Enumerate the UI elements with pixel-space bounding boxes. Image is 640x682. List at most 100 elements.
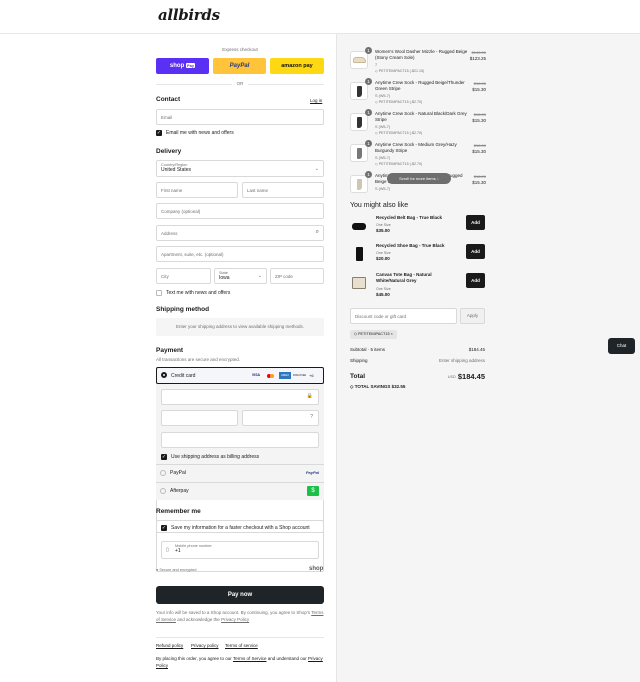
cart-item-image — [350, 82, 368, 100]
refund-policy-link[interactable]: Refund policy — [156, 643, 183, 648]
amazon-pay-button[interactable]: amazon pay — [270, 58, 324, 74]
chat-button[interactable]: Chat — [608, 338, 635, 354]
quantity-badge: 1 — [365, 47, 372, 54]
cart-item-image — [350, 175, 368, 193]
item-price: $123.25 — [469, 56, 486, 61]
discount-code-text: PETITEIMPACT15 (-$21.15) — [378, 69, 425, 73]
terms-of-service-link[interactable]: Terms of service — [225, 643, 258, 648]
savings-value: $32.55 — [391, 384, 406, 389]
apartment-field[interactable]: Apartment, suite, etc. (optional) — [156, 246, 324, 262]
pay-now-button[interactable]: Pay now — [156, 586, 324, 604]
upsell-name: Recycled Belt Bag - True Black — [376, 215, 443, 220]
upsell-heading: You might also like — [350, 202, 409, 209]
quantity-badge: 1 — [365, 78, 372, 85]
expiry-field[interactable] — [161, 410, 238, 426]
country-select[interactable]: Country/Region United States ⌄ — [156, 160, 324, 177]
state-select[interactable]: State Iowa ⌄ — [214, 268, 267, 284]
quantity-badge: 1 — [365, 140, 372, 147]
quantity-badge: 1 — [365, 171, 372, 178]
chevron-down-icon: ⌄ — [257, 273, 262, 279]
contact-heading: Contact — [156, 96, 181, 103]
brand-logo[interactable]: allbirds — [158, 6, 220, 24]
afterpay-option-label: Afterpay — [170, 488, 189, 494]
cart-list: 1 Women's Wool Dasher Mizzle - Rugged Be… — [337, 34, 640, 194]
original-price: $18.00 — [473, 174, 486, 179]
cart-item-variant: S (W5-7) — [375, 187, 391, 191]
address-field[interactable]: Address ⌕ — [156, 225, 324, 241]
name-on-card-field[interactable] — [161, 432, 319, 448]
shop-privacy-link[interactable]: Privacy Policy — [221, 617, 249, 622]
news-label: Email me with news and offers — [166, 130, 234, 136]
zip-field[interactable]: ZIP code — [270, 268, 324, 284]
upsell-image — [350, 274, 368, 292]
save-info-label: Save my information for a faster checkou… — [171, 525, 310, 531]
scroll-hint-pill[interactable]: Scroll for more items ↓ — [387, 173, 451, 184]
payment-heading: Payment — [156, 347, 184, 354]
security-code-field[interactable]: ? — [242, 410, 319, 426]
cart-item-name: Anytime Crew Sock - Rugged Beige/Thunder… — [375, 80, 465, 91]
last-name-field[interactable]: Last name — [242, 182, 324, 198]
add-button[interactable]: Add — [466, 215, 485, 230]
order-terms-text-2: and understand our — [267, 656, 307, 661]
save-info-checkbox[interactable]: ✓ — [161, 525, 167, 531]
login-link[interactable]: Log in — [310, 98, 322, 103]
cart-item-variant: S (W5-7) — [375, 156, 391, 160]
order-terms-link[interactable]: Terms of Service — [233, 656, 267, 661]
city-field[interactable]: City — [156, 268, 211, 284]
cart-item-variant: S (W5-7) — [375, 94, 391, 98]
currency-code: USD — [447, 375, 456, 380]
belt-bag-icon — [352, 222, 366, 230]
upsell-image — [350, 217, 368, 235]
paypal-logo-icon: PayPal — [305, 470, 319, 475]
paypal-option-label: PayPal — [170, 470, 186, 476]
privacy-policy-link[interactable]: Privacy policy — [191, 643, 219, 648]
radio[interactable] — [160, 488, 166, 494]
upsell-name: Canvas Tote Bag - Natural White/Natural … — [376, 272, 432, 283]
first-name-field[interactable]: First name — [156, 182, 238, 198]
afterpay-option[interactable]: Afterpay $ — [156, 482, 324, 500]
add-button[interactable]: Add — [466, 244, 485, 259]
search-icon: ⌕ — [315, 229, 319, 235]
discount-code-text: PETITEIMPACT15 (-$2.70) — [378, 100, 423, 104]
upsell-price: $45.00 — [376, 292, 390, 297]
order-terms-text: By placing this order, you agree to our — [156, 656, 232, 661]
credit-card-option[interactable]: Credit card VISA AMEX DISCOVER +6 — [156, 367, 324, 384]
paypal-option[interactable]: PayPal PayPal — [156, 464, 324, 482]
discount-input[interactable]: Discount code or gift card — [350, 308, 457, 324]
original-price: $18.00 — [473, 112, 486, 117]
email-field[interactable]: Email — [156, 109, 324, 125]
country-value: United States — [161, 167, 192, 173]
close-icon[interactable]: × — [390, 332, 393, 336]
chevron-down-icon: ⌄ — [314, 166, 319, 172]
cart-item-variant: 7 — [375, 63, 378, 67]
shop-pay-button[interactable]: shop Pay — [156, 58, 209, 74]
cart-item-name: Anytime Crew Sock - Medium Grey/Hazy Bur… — [375, 142, 457, 153]
text-offers-checkbox[interactable] — [156, 290, 162, 296]
billing-checkbox[interactable]: ✓ — [161, 454, 167, 460]
total-savings: ◇ TOTAL SAVINGS $32.55 — [350, 384, 405, 390]
apply-button[interactable]: Apply — [460, 308, 485, 324]
discount-code-text: PETITEIMPACT15 (-$2.70) — [378, 131, 423, 135]
sock-icon — [356, 178, 362, 190]
checkout-form: Express checkout shop Pay PayPal amazon … — [0, 34, 336, 682]
discount-code-line: ◇ PETITEIMPACT15 (-$2.70) — [375, 162, 422, 166]
order-terms: By placing this order, you agree to our … — [156, 655, 326, 669]
total-amount: $184.45 — [457, 372, 485, 381]
add-button[interactable]: Add — [466, 273, 485, 288]
header: allbirds — [0, 0, 640, 34]
discount-tag: ◇ PETITEIMPACT15 × — [350, 330, 397, 339]
radio-selected[interactable] — [161, 372, 167, 378]
upsell-image — [350, 245, 368, 263]
cart-item-image — [350, 113, 368, 131]
company-field[interactable]: Company (optional) — [156, 203, 324, 219]
shipping-label: Shipping — [350, 358, 368, 363]
shop-logo: shop — [309, 566, 324, 572]
cart-item-image — [350, 144, 368, 162]
shipping-value: Enter shipping address — [438, 358, 485, 363]
news-checkbox[interactable]: ✓ — [156, 130, 162, 136]
discount-code-text: PETITEIMPACT15 (-$2.70) — [378, 162, 423, 166]
card-number-field[interactable]: 🔒 — [161, 389, 319, 405]
phone-field[interactable]: ▯ Mobile phone number +1 — [161, 541, 319, 559]
radio[interactable] — [160, 470, 166, 476]
paypal-button[interactable]: PayPal — [213, 58, 266, 74]
